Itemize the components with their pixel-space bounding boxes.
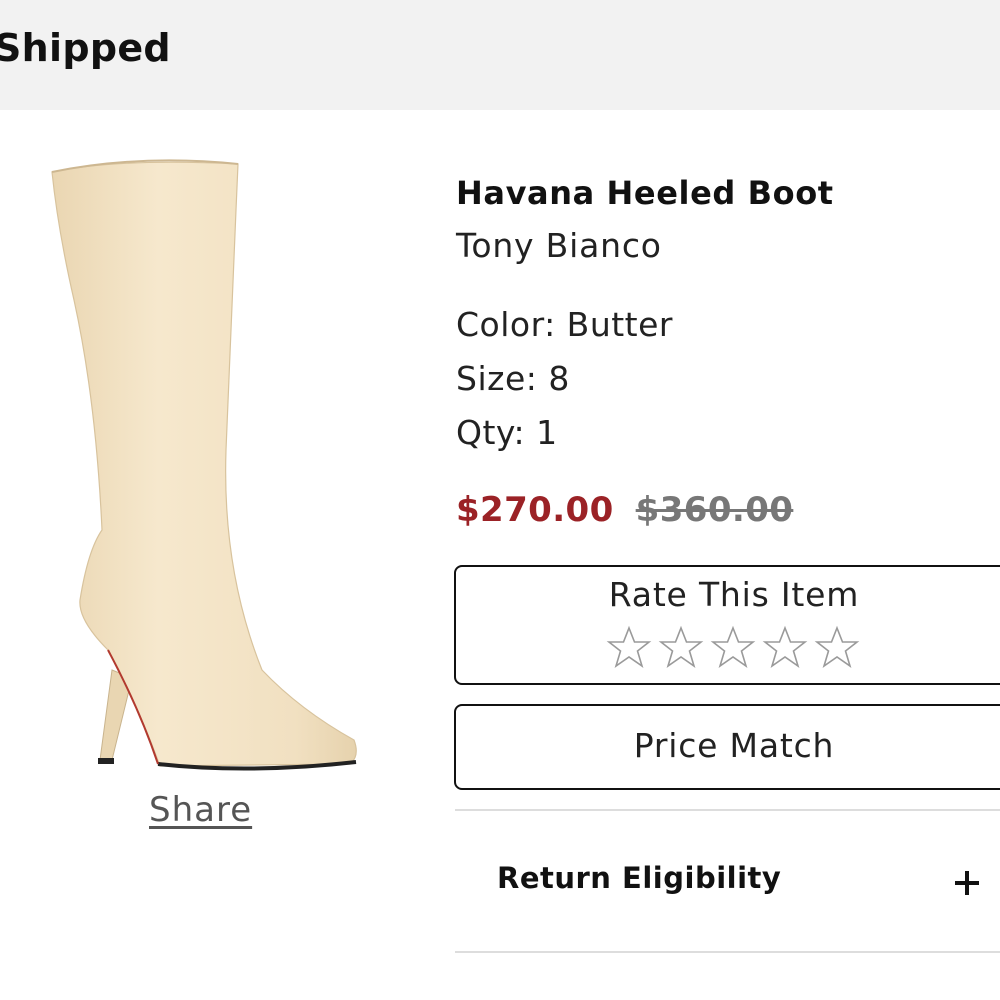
- product-name[interactable]: Havana Heeled Boot: [456, 174, 834, 212]
- price-row: $270.00 $360.00: [456, 490, 793, 530]
- divider: [455, 951, 1000, 953]
- product-qty: Qty: 1: [456, 413, 558, 452]
- sale-price: $270.00: [456, 490, 614, 530]
- star-icon-3[interactable]: [710, 625, 756, 671]
- order-item-page: Shipped Share Havana Heeled Boot Tony Bi…: [0, 0, 1000, 1000]
- plus-icon[interactable]: [955, 871, 979, 895]
- order-status-banner: Shipped: [0, 0, 1000, 110]
- star-icon-1[interactable]: [606, 625, 652, 671]
- product-color: Color: Butter: [456, 305, 673, 344]
- boot-image[interactable]: [40, 150, 370, 780]
- order-status-label: Shipped: [0, 26, 171, 70]
- star-rating: [606, 625, 860, 671]
- brand-name: Tony Bianco: [456, 226, 662, 265]
- star-icon-4[interactable]: [762, 625, 808, 671]
- return-eligibility-label: Return Eligibility: [497, 861, 782, 895]
- rate-item-title: Rate This Item: [608, 575, 860, 614]
- original-price: $360.00: [635, 490, 794, 530]
- star-icon-2[interactable]: [658, 625, 704, 671]
- return-eligibility-row[interactable]: Return Eligibility: [455, 811, 1000, 951]
- price-match-button[interactable]: Price Match: [454, 704, 1000, 790]
- price-match-label: Price Match: [633, 726, 835, 765]
- share-link[interactable]: Share: [149, 790, 252, 830]
- product-size: Size: 8: [456, 359, 570, 398]
- rate-item-box: Rate This Item: [454, 565, 1000, 685]
- star-icon-5[interactable]: [814, 625, 860, 671]
